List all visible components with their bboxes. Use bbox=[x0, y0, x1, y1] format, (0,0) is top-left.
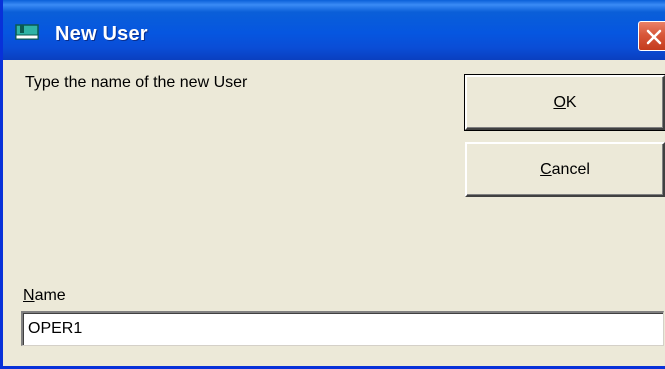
window-title: New User bbox=[55, 23, 148, 45]
title-bar[interactable]: New User bbox=[3, 0, 665, 60]
prompt-text: Type the name of the new User bbox=[25, 74, 248, 91]
ok-button[interactable]: OK bbox=[464, 74, 665, 131]
name-label: Name bbox=[23, 287, 66, 304]
cancel-button[interactable]: Cancel bbox=[465, 142, 665, 197]
user-window-icon bbox=[14, 22, 40, 42]
close-button[interactable] bbox=[638, 21, 665, 51]
ok-button-label: OK bbox=[553, 93, 577, 111]
cancel-button-label: Cancel bbox=[540, 160, 590, 178]
new-user-dialog: New User Type the name of the new User O… bbox=[0, 0, 665, 369]
name-input[interactable] bbox=[21, 311, 664, 346]
